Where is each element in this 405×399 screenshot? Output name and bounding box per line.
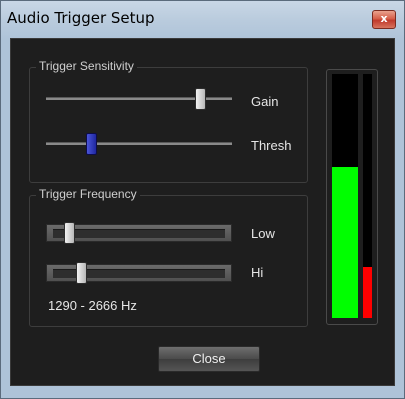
trigger-frequency-title: Trigger Frequency (36, 187, 140, 201)
title-bar[interactable]: Audio Trigger Setup x (1, 1, 404, 39)
thresh-slider-track (46, 142, 232, 145)
thresh-slider-thumb[interactable] (86, 133, 97, 155)
gain-label: Gain (251, 94, 279, 109)
left-level-meter (332, 74, 358, 318)
level-meter-panel (326, 69, 378, 325)
thresh-label: Thresh (251, 138, 292, 153)
right-level-meter-fill (363, 266, 372, 318)
close-button[interactable]: Close (158, 346, 260, 372)
dialog-body: Trigger Sensitivity Gain Thresh Trigger … (10, 38, 395, 386)
low-label: Low (251, 226, 275, 241)
left-level-meter-fill (332, 166, 358, 318)
hi-frequency-thumb[interactable] (76, 262, 87, 284)
trigger-frequency-group: Trigger Frequency Low Hi 1290 - 2666 Hz (29, 187, 308, 327)
gain-slider[interactable] (46, 86, 232, 112)
frequency-range-readout: 1290 - 2666 Hz (48, 298, 137, 313)
hi-label: Hi (251, 265, 264, 280)
trigger-sensitivity-group: Trigger Sensitivity Gain Thresh (29, 59, 308, 183)
thresh-slider[interactable] (46, 131, 232, 157)
trigger-sensitivity-title: Trigger Sensitivity (36, 59, 137, 73)
hi-frequency-track (46, 264, 232, 282)
window-close-icon[interactable]: x (372, 10, 396, 29)
low-frequency-slider[interactable] (46, 220, 232, 246)
right-level-meter (363, 74, 372, 318)
hi-frequency-slider[interactable] (46, 260, 232, 286)
low-frequency-thumb[interactable] (64, 222, 75, 244)
audio-trigger-setup-window: Audio Trigger Setup x Trigger Sensitivit… (0, 0, 405, 399)
gain-slider-thumb[interactable] (195, 88, 206, 110)
window-title: Audio Trigger Setup (7, 9, 155, 27)
